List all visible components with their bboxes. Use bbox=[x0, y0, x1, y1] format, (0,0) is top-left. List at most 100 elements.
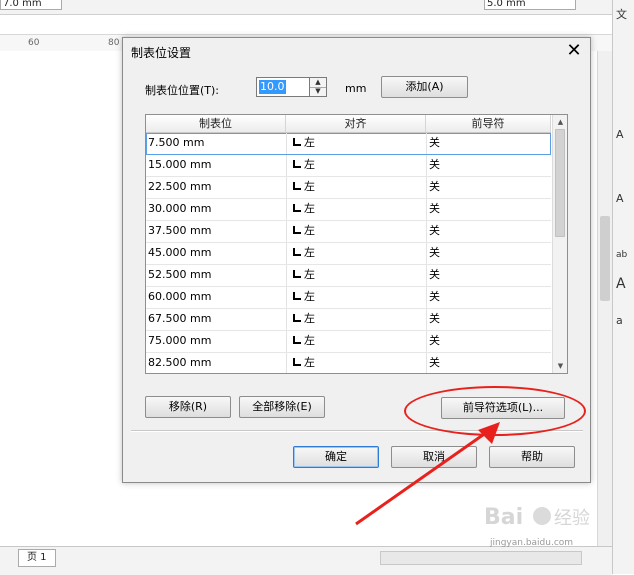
leader-cell[interactable]: 关 bbox=[426, 353, 551, 373]
alignment-cell[interactable]: 左 bbox=[286, 133, 426, 154]
scrollbar-thumb[interactable] bbox=[600, 216, 610, 301]
table-row[interactable]: 30.000 mm 左 关 bbox=[146, 199, 551, 221]
alignment-value: 左 bbox=[304, 202, 315, 215]
scroll-down-icon[interactable]: ▼ bbox=[553, 359, 567, 373]
table-row[interactable]: 75.000 mm 左 关 bbox=[146, 331, 551, 353]
leader-cell[interactable]: 关 bbox=[426, 199, 551, 220]
close-icon[interactable]: ✕ bbox=[563, 40, 585, 62]
cancel-button[interactable]: 取消 bbox=[391, 446, 477, 468]
ruler-tick: 60 bbox=[28, 38, 40, 48]
left-align-icon bbox=[293, 336, 301, 344]
tab-position-cell: 75.000 mm bbox=[148, 334, 212, 347]
table-row[interactable]: 7.500 mm 左 关 bbox=[146, 133, 551, 155]
left-align-icon bbox=[293, 248, 301, 256]
left-align-icon bbox=[293, 204, 301, 212]
alignment-cell[interactable]: 左 bbox=[286, 199, 426, 220]
tab-position-cell: 15.000 mm bbox=[148, 158, 212, 171]
alignment-cell[interactable]: 左 bbox=[286, 265, 426, 286]
alignment-cell[interactable]: 左 bbox=[286, 331, 426, 352]
alignment-value: 左 bbox=[304, 290, 315, 303]
alignment-value: 左 bbox=[304, 158, 315, 171]
left-align-icon bbox=[293, 182, 301, 190]
tab-position-cell: 30.000 mm bbox=[148, 202, 212, 215]
tab-position-cell: 82.500 mm bbox=[148, 356, 212, 369]
table-row[interactable]: 52.500 mm 左 关 bbox=[146, 265, 551, 287]
divider bbox=[131, 430, 583, 432]
help-button[interactable]: 帮助 bbox=[489, 446, 575, 468]
alignment-value: 左 bbox=[304, 136, 315, 149]
scrollbar-thumb[interactable] bbox=[555, 129, 565, 237]
leader-cell[interactable]: 关 bbox=[426, 177, 551, 198]
leader-cell[interactable]: 关 bbox=[426, 309, 551, 330]
ok-button[interactable]: 确定 bbox=[293, 446, 379, 468]
dialog-title: 制表位设置 bbox=[131, 46, 192, 60]
leader-cell[interactable]: 关 bbox=[426, 265, 551, 286]
table-row[interactable]: 67.500 mm 左 关 bbox=[146, 309, 551, 331]
column-header-leader[interactable]: 前导符 bbox=[426, 115, 551, 132]
panel-item[interactable]: A bbox=[616, 192, 624, 205]
tab-stops-table: 制表位 对齐 前导符 7.500 mm 左关 15.000 mm 左关 22.500 m… bbox=[145, 114, 568, 374]
scroll-up-icon[interactable]: ▲ bbox=[553, 115, 567, 129]
toolbar-offset-field[interactable]: 5.0 mm bbox=[484, 0, 576, 10]
table-header: 制表位 对齐 前导符 bbox=[146, 115, 551, 133]
right-docker-panel: 文 A A ab A a bbox=[612, 0, 634, 574]
alignment-value: 左 bbox=[304, 312, 315, 325]
alignment-value: 左 bbox=[304, 334, 315, 347]
alignment-cell[interactable]: 左 bbox=[286, 155, 426, 176]
alignment-value: 左 bbox=[304, 268, 315, 281]
leader-options-button[interactable]: 前导符选项(L)... bbox=[441, 397, 565, 419]
left-align-icon bbox=[293, 226, 301, 234]
toolbar-size-field[interactable]: 7.0 mm bbox=[0, 0, 62, 10]
canvas-horizontal-scrollbar[interactable] bbox=[380, 551, 582, 565]
table-row[interactable]: 37.500 mm 左 关 bbox=[146, 221, 551, 243]
leader-cell[interactable]: 关 bbox=[426, 243, 551, 264]
panel-item[interactable]: a bbox=[616, 314, 623, 327]
page-tab[interactable]: 页 1 bbox=[18, 549, 56, 567]
panel-item[interactable]: A bbox=[616, 128, 624, 141]
leader-cell[interactable]: 关 bbox=[426, 133, 551, 154]
tab-position-cell: 7.500 mm bbox=[148, 136, 205, 149]
panel-item[interactable]: 文 bbox=[616, 6, 627, 22]
left-align-icon bbox=[293, 160, 301, 168]
canvas-vertical-scrollbar[interactable] bbox=[597, 51, 613, 546]
add-button[interactable]: 添加(A) bbox=[381, 76, 468, 98]
table-row[interactable]: 22.500 mm 左 关 bbox=[146, 177, 551, 199]
tab-position-value: 10.0 bbox=[259, 80, 286, 94]
column-header-position[interactable]: 制表位 bbox=[146, 115, 286, 132]
tab-position-stepper[interactable]: ▲ ▼ bbox=[309, 77, 327, 97]
left-align-icon bbox=[293, 292, 301, 300]
table-body: 7.500 mm 左关 15.000 mm 左关 22.500 mm 左关 30.000 m… bbox=[146, 133, 551, 373]
column-header-alignment[interactable]: 对齐 bbox=[286, 115, 426, 132]
remove-button[interactable]: 移除(R) bbox=[145, 396, 231, 418]
table-row[interactable]: 60.000 mm 左 关 bbox=[146, 287, 551, 309]
tab-position-cell: 67.500 mm bbox=[148, 312, 212, 325]
table-vertical-scrollbar[interactable]: ▲ ▼ bbox=[552, 115, 567, 373]
ruler-tick: 80 bbox=[108, 38, 120, 48]
table-row[interactable]: 82.500 mm 左 关 bbox=[146, 353, 551, 373]
alignment-cell[interactable]: 左 bbox=[286, 177, 426, 198]
alignment-cell[interactable]: 左 bbox=[286, 221, 426, 242]
left-align-icon bbox=[293, 270, 301, 278]
tab-position-cell: 60.000 mm bbox=[148, 290, 212, 303]
alignment-value: 左 bbox=[304, 246, 315, 259]
tab-position-cell: 45.000 mm bbox=[148, 246, 212, 259]
leader-cell[interactable]: 关 bbox=[426, 287, 551, 308]
alignment-cell[interactable]: 左 bbox=[286, 243, 426, 264]
alignment-cell[interactable]: 左 bbox=[286, 353, 426, 373]
alignment-cell[interactable]: 左 bbox=[286, 287, 426, 308]
leader-cell[interactable]: 关 bbox=[426, 155, 551, 176]
remove-all-button[interactable]: 全部移除(E) bbox=[239, 396, 325, 418]
leader-cell[interactable]: 关 bbox=[426, 221, 551, 242]
tab-position-cell: 22.500 mm bbox=[148, 180, 212, 193]
table-row[interactable]: 15.000 mm 左 关 bbox=[146, 155, 551, 177]
leader-cell[interactable]: 关 bbox=[426, 331, 551, 352]
tab-position-label: 制表位位置(T): bbox=[145, 84, 220, 97]
tab-position-cell: 37.500 mm bbox=[148, 224, 212, 237]
stepper-down-icon[interactable]: ▼ bbox=[310, 87, 326, 96]
panel-item[interactable]: ab bbox=[616, 250, 627, 260]
alignment-cell[interactable]: 左 bbox=[286, 309, 426, 330]
tab-position-input[interactable]: 10.0 bbox=[256, 77, 316, 97]
table-row[interactable]: 45.000 mm 左 关 bbox=[146, 243, 551, 265]
panel-item[interactable]: A bbox=[616, 276, 626, 292]
alignment-value: 左 bbox=[304, 180, 315, 193]
